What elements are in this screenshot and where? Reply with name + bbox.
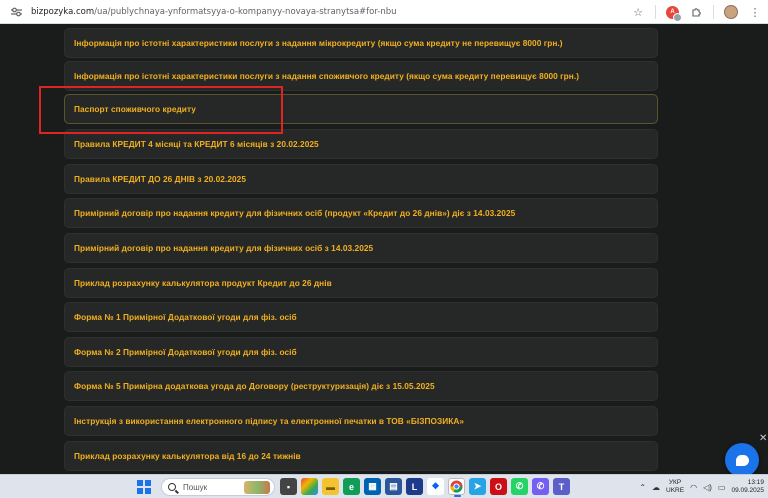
chrome-icon[interactable] <box>448 478 465 497</box>
document-label: Паспорт споживчого кредиту <box>74 104 196 114</box>
document-link[interactable]: Правила КРЕДИТ 4 місяці та КРЕДИТ 6 міся… <box>64 129 658 159</box>
browser-address-bar: bizpozyka.com/ua/publychnaya-ynformatsyy… <box>0 0 768 24</box>
language-indicator[interactable]: УКР UKRE <box>666 479 684 495</box>
wifi-icon[interactable]: ◠ <box>690 483 697 492</box>
close-icon[interactable]: ✕ <box>759 433 767 444</box>
document-link[interactable]: Примірний договір про надання кредиту дл… <box>64 233 658 263</box>
file-explorer-icon[interactable]: ▬ <box>322 478 339 495</box>
telegram-icon[interactable]: ➤ <box>469 478 486 495</box>
toolbar-divider <box>713 5 714 19</box>
store-icon[interactable]: ▦ <box>364 478 381 495</box>
extension-icon[interactable]: A <box>666 5 682 22</box>
taskbar-search[interactable]: Пошук <box>161 478 275 496</box>
document-label: Приклад розрахунку калькулятора від 16 д… <box>74 451 301 461</box>
profile-avatar[interactable] <box>724 5 738 19</box>
windows-start-icon[interactable] <box>137 480 151 494</box>
search-placeholder: Пошук <box>183 482 208 492</box>
document-label: Інформація про істотні характеристики по… <box>74 38 563 48</box>
chat-button[interactable] <box>725 443 759 474</box>
document-link[interactable]: Примірний договір про надання кредиту дл… <box>64 198 658 228</box>
document-label: Правила КРЕДИТ 4 місяці та КРЕДИТ 6 міся… <box>74 139 319 149</box>
document-label: Інструкція з використання електронного п… <box>74 416 465 426</box>
document-label: Інформація про істотні характеристики по… <box>74 71 580 81</box>
document-link[interactable]: Інструкція з використання електронного п… <box>64 406 658 436</box>
dropbox-icon[interactable]: ❖ <box>427 478 444 495</box>
search-highlight-image <box>244 481 270 494</box>
url-host: bizpozyka.com <box>31 6 95 17</box>
chat-icon <box>735 454 749 466</box>
language-line1: УКР <box>668 479 682 486</box>
document-label: Правила КРЕДИТ ДО 26 ДНІВ з 20.02.2025 <box>74 174 246 184</box>
document-label: Форма № 2 Примірної Додаткової угоди для… <box>74 347 297 357</box>
edge-icon[interactable]: e <box>343 478 360 495</box>
document-link[interactable]: Інформація про істотні характеристики по… <box>64 28 658 58</box>
puzzle-icon[interactable] <box>689 5 703 19</box>
document-link[interactable]: Форма № 5 Примірна додаткова угода до До… <box>64 371 658 401</box>
task-view-icon[interactable]: ▪ <box>280 478 297 495</box>
system-tray: ⌃ ☁ УКР UKRE ◠ ◁) ▭ 13:19 09.09.2025 <box>639 475 764 498</box>
document-label: Примірний договір про надання кредиту дл… <box>74 208 516 218</box>
url-path: /ua/publychnaya-ynformatsyya-o-kompanyy-… <box>94 6 397 17</box>
windows-taskbar: Пошук ▪ ▬ e ▦ ▤ L ❖ ➤ O ✆ ✆ T ⌃ ☁ УКР UK… <box>0 474 768 498</box>
document-label: Примірний договір про надання кредиту дл… <box>74 243 374 253</box>
language-line2: UKRE <box>666 487 685 494</box>
document-link[interactable]: Правила КРЕДИТ ДО 26 ДНІВ з 20.02.2025 <box>64 164 658 194</box>
viber-icon[interactable]: ✆ <box>532 478 549 495</box>
clock-time: 13:19 <box>747 479 764 486</box>
document-label: Форма № 5 Примірна додаткова угода до До… <box>74 381 435 391</box>
document-link[interactable]: Приклад розрахунку калькулятора від 16 д… <box>64 441 658 471</box>
document-label: Форма № 1 Примірної Додаткової угоди для… <box>74 312 297 322</box>
calendar-icon[interactable]: ▤ <box>385 478 402 495</box>
star-icon[interactable]: ☆ <box>631 5 645 19</box>
site-info-icon[interactable] <box>7 5 25 19</box>
teams-icon[interactable]: T <box>553 478 570 495</box>
volume-icon[interactable]: ◁) <box>703 483 712 492</box>
document-link[interactable]: Форма № 2 Примірної Додаткової угоди для… <box>64 337 658 367</box>
opera-icon[interactable]: O <box>490 478 507 495</box>
documents-page: Інформація про істотні характеристики по… <box>0 24 768 474</box>
search-icon <box>168 483 176 491</box>
url-field[interactable]: bizpozyka.com/ua/publychnaya-ynformatsyy… <box>31 7 397 17</box>
document-link[interactable]: Приклад розрахунку калькулятора продукт … <box>64 268 658 298</box>
cloud-icon[interactable]: ☁ <box>652 483 660 492</box>
clock-date: 09.09.2025 <box>731 487 764 494</box>
document-link[interactable]: Форма № 1 Примірної Додаткової угоди для… <box>64 302 658 332</box>
toolbar-divider <box>655 5 656 19</box>
document-link-passport[interactable]: Паспорт споживчого кредиту <box>64 94 658 124</box>
app-l-icon[interactable]: L <box>406 478 423 495</box>
clock[interactable]: 13:19 09.09.2025 <box>731 479 764 495</box>
taskbar-apps: ▪ ▬ e ▦ ▤ L ❖ ➤ O ✆ ✆ T <box>280 478 570 497</box>
document-link[interactable]: Інформація про істотні характеристики по… <box>64 61 658 91</box>
battery-icon[interactable]: ▭ <box>718 483 726 492</box>
chevron-up-icon[interactable]: ⌃ <box>639 483 646 492</box>
copilot-icon[interactable] <box>301 478 318 495</box>
document-label: Приклад розрахунку калькулятора продукт … <box>74 278 332 288</box>
menu-dots-icon[interactable]: ⋮ <box>748 5 762 19</box>
whatsapp-icon[interactable]: ✆ <box>511 478 528 495</box>
